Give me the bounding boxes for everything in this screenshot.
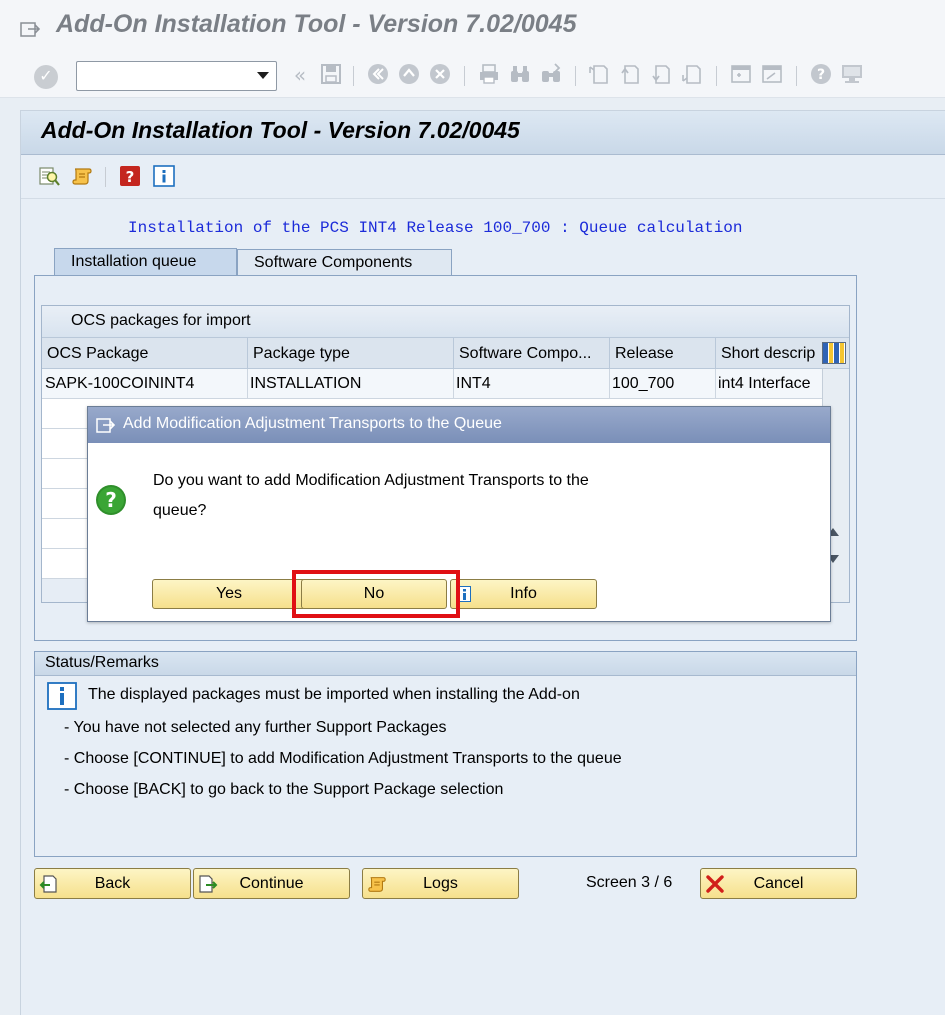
back-label: Back <box>94 875 131 892</box>
toolbar-separator <box>464 66 465 86</box>
cancel-button[interactable]: Cancel <box>700 868 857 899</box>
cell-software-component: INT4 <box>454 369 610 399</box>
svg-text:?: ? <box>817 67 825 83</box>
info-button[interactable]: Info <box>450 579 597 609</box>
logs-button[interactable]: Logs <box>362 868 519 899</box>
new-session-icon[interactable] <box>729 63 753 87</box>
shortcut-icon[interactable] <box>760 63 784 87</box>
command-input[interactable] <box>81 66 241 86</box>
yes-button[interactable]: Yes <box>152 579 306 609</box>
cell-package-type: INSTALLATION <box>248 369 454 399</box>
column-header-short-description[interactable]: Short descrip <box>716 338 822 369</box>
installation-heading: Installation of the PCS INT4 Release 100… <box>128 219 743 237</box>
cell-release: 100_700 <box>610 369 716 399</box>
continue-arrow-icon <box>199 875 218 893</box>
tab-software-components[interactable]: Software Components <box>237 249 452 277</box>
log-scroll-icon <box>368 877 386 892</box>
toolbar-separator <box>105 167 106 187</box>
toolbar-separator <box>716 66 717 86</box>
tab-installation-queue[interactable]: Installation queue <box>54 248 237 276</box>
status-line: - You have not selected any further Supp… <box>64 719 447 736</box>
search-document-icon[interactable] <box>38 165 60 187</box>
toolbar-separator <box>353 66 354 86</box>
info-icon <box>47 682 77 710</box>
toolbar-separator <box>796 66 797 86</box>
toolbar-separator <box>575 66 576 86</box>
screen-title: Add-On Installation Tool - Version 7.02/… <box>41 117 520 143</box>
back-icon[interactable] <box>366 63 390 87</box>
enter-icon[interactable]: ✓ <box>34 65 58 89</box>
log-scroll-icon[interactable] <box>71 165 93 187</box>
cancel-nav-icon[interactable] <box>428 63 452 87</box>
find-icon[interactable] <box>508 63 532 87</box>
dialog-title: Add Modification Adjustment Transports t… <box>123 415 502 432</box>
first-page-icon[interactable] <box>587 63 611 87</box>
svg-text:?: ? <box>126 168 135 186</box>
cell-short-description: int4 Interface <box>718 375 811 392</box>
print-icon[interactable] <box>477 63 501 87</box>
column-header-package-type[interactable]: Package type <box>248 338 454 369</box>
column-header-ocs-package[interactable]: OCS Package <box>42 338 248 369</box>
table-row[interactable]: SAPK-100COININT4 INSTALLATION INT4 100_7… <box>42 369 822 399</box>
table-title: OCS packages for import <box>71 312 251 329</box>
dialog-message: Do you want to add Modification Adjustme… <box>153 472 589 519</box>
save-icon[interactable] <box>319 63 343 87</box>
next-page-icon[interactable] <box>649 63 673 87</box>
status-line: - Choose [CONTINUE] to add Modification … <box>64 750 622 767</box>
status-line: The displayed packages must be imported … <box>88 686 580 703</box>
column-header-release[interactable]: Release <box>610 338 716 369</box>
highlight-annotation <box>292 570 460 618</box>
chevron-down-icon[interactable] <box>257 72 269 79</box>
double-left-arrow-icon: « <box>293 63 307 87</box>
back-arrow-icon <box>39 875 57 893</box>
status-line: - Choose [BACK] to go back to the Suppor… <box>64 781 504 798</box>
help-icon[interactable]: ? <box>809 63 833 87</box>
cell-ocs-package: SAPK-100COININT4 <box>42 369 248 399</box>
cancel-label: Cancel <box>753 875 804 892</box>
exit-icon[interactable] <box>20 20 40 38</box>
status-title: Status/Remarks <box>45 654 159 671</box>
window-title: Add-On Installation Tool - Version 7.02/… <box>56 10 577 38</box>
screen-counter: Screen 3 / 6 <box>586 874 673 891</box>
command-field[interactable] <box>76 61 277 91</box>
continue-button[interactable]: Continue <box>193 868 350 899</box>
find-next-icon[interactable] <box>539 63 563 87</box>
svg-text:?: ? <box>105 488 117 512</box>
exit-icon[interactable] <box>96 416 115 434</box>
help-question-icon[interactable]: ? <box>119 165 141 187</box>
previous-page-icon[interactable] <box>618 63 642 87</box>
exit-nav-icon[interactable] <box>397 63 421 87</box>
continue-label: Continue <box>239 875 304 892</box>
question-icon: ? <box>96 485 126 515</box>
close-icon <box>706 875 724 893</box>
info-label: Info <box>510 585 537 602</box>
customize-icon[interactable] <box>840 63 864 87</box>
column-header-software-component[interactable]: Software Compo... <box>454 338 610 369</box>
back-button[interactable]: Back <box>34 868 191 899</box>
last-page-icon[interactable] <box>680 63 704 87</box>
logs-label: Logs <box>423 875 458 892</box>
column-settings-icon[interactable] <box>822 342 846 364</box>
info-icon[interactable] <box>153 165 175 187</box>
